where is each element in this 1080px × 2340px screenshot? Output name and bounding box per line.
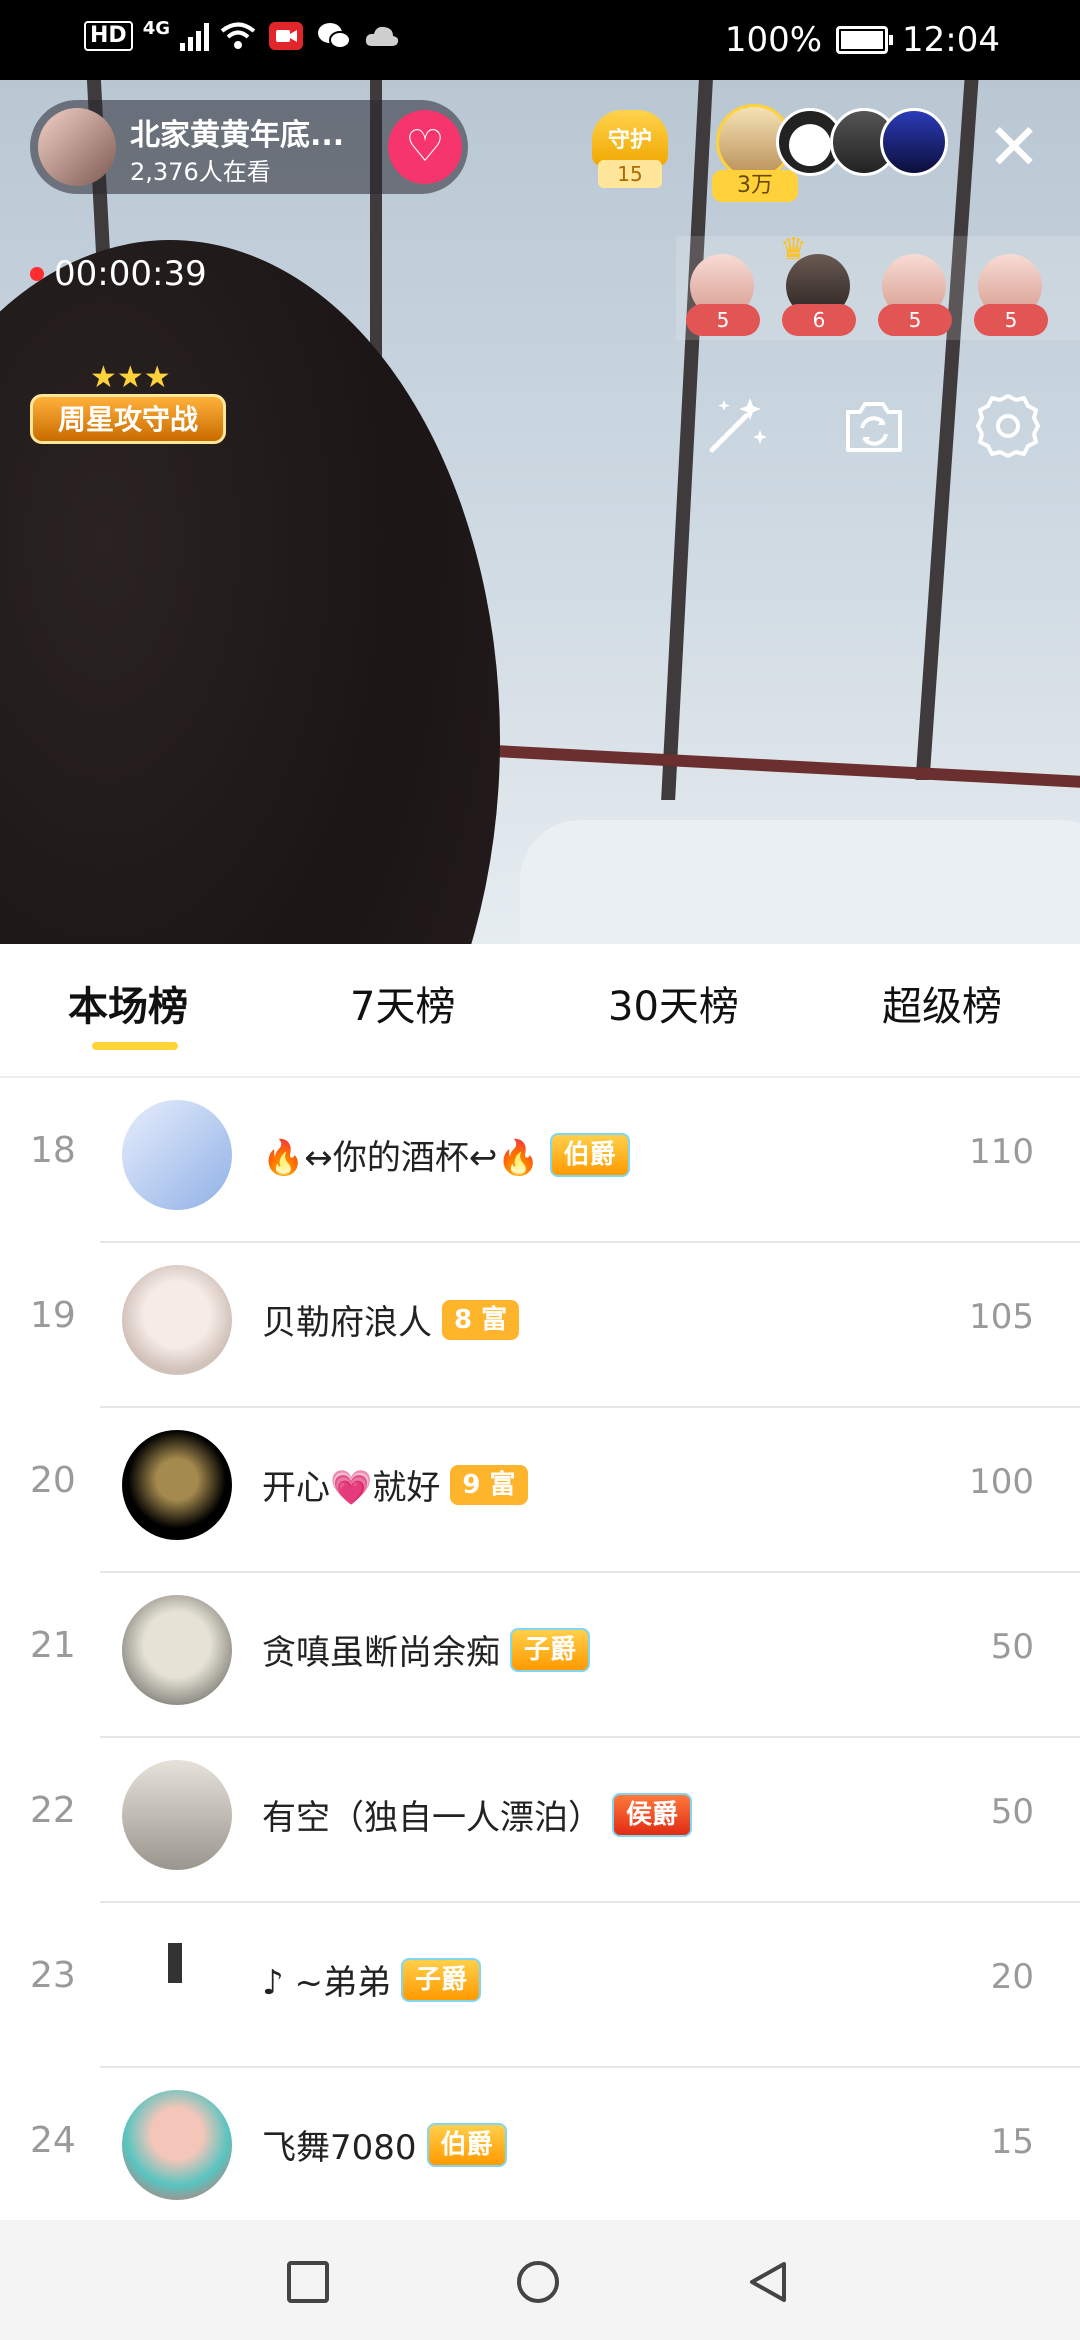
host-info[interactable]: 北家黄黄年底... 2,376人在看 ♡ (30, 100, 468, 194)
level-badge: 子爵 (510, 1627, 591, 1672)
tab-30-days[interactable]: 30天榜 (608, 974, 739, 1030)
wechat-icon (318, 23, 351, 49)
live-video[interactable] (0, 80, 1080, 944)
score: 50 (990, 1627, 1034, 1667)
system-nav-bar (0, 2220, 1080, 2340)
score: 110 (969, 1132, 1034, 1172)
cloud-icon (365, 26, 399, 46)
user-name: 贝勒府浪人 (262, 1303, 432, 1343)
avatar[interactable] (122, 1100, 232, 1210)
tab-7-days[interactable]: 7天榜 (350, 974, 455, 1030)
beauty-wand-icon[interactable] (700, 390, 772, 462)
background-beam (915, 80, 979, 780)
live-timer: 00:00:39 (30, 254, 207, 294)
crown-icon: ♛ (780, 232, 807, 267)
top-gift-badge: 3万 (712, 170, 798, 202)
home-icon[interactable] (516, 2260, 560, 2304)
back-icon[interactable] (746, 2260, 790, 2304)
level-badge: 侯爵 (612, 1792, 693, 1837)
user-name: 开心💗就好 (262, 1468, 441, 1508)
list-item[interactable]: 21 贪嗔虽断尚余痴 子爵 50 (0, 1573, 1080, 1738)
active-tab-indicator (92, 1042, 178, 1050)
battery-icon (836, 26, 894, 54)
list-item[interactable]: 19 贝勒府浪人 8 富 105 (0, 1243, 1080, 1408)
avatar[interactable] (122, 1760, 232, 1870)
list-item[interactable]: 20 开心💗就好 9 富 100 (0, 1408, 1080, 1573)
level-badge: 伯爵 (549, 1132, 630, 1177)
user-name: 贪嗔虽断尚余痴 (262, 1633, 500, 1673)
follow-button[interactable]: ♡ (388, 110, 462, 184)
status-left: HD 4G (84, 20, 401, 52)
list-item[interactable]: 22 有空（独自一人漂泊） 侯爵 50 (0, 1738, 1080, 1903)
fan-count: 6 (782, 304, 856, 336)
fan-count: 5 (686, 304, 760, 336)
recording-dot-icon (30, 267, 44, 281)
tab-this-show[interactable]: 本场榜 (68, 974, 188, 1030)
settings-gear-icon[interactable] (972, 390, 1044, 462)
close-button[interactable]: ✕ (982, 116, 1046, 180)
close-icon: ✕ (987, 111, 1041, 185)
weekly-star-badge[interactable]: ★★★ 周星攻守战 (30, 360, 226, 444)
guard-badge[interactable]: 守护 15 (584, 110, 676, 190)
score: 15 (990, 2122, 1034, 2162)
user-name: 有空（独自一人漂泊） (262, 1798, 602, 1838)
network-type: 4G (142, 18, 170, 39)
wealth-badge: 8 富 (442, 1299, 520, 1340)
level-badge: 子爵 (401, 1957, 482, 2002)
rank-number: 24 (30, 2120, 76, 2161)
status-bar: HD 4G 100% 12:04 (0, 0, 1080, 80)
rank-number: 22 (30, 1790, 76, 1831)
avatar[interactable] (122, 1430, 232, 1540)
signal-icon (180, 21, 209, 51)
weekly-badge-label: 周星攻守战 (30, 394, 226, 444)
flip-camera-icon[interactable] (838, 390, 910, 462)
user-name: ♪ ~弟弟 (262, 1963, 391, 2003)
rank-number: 23 (30, 1955, 76, 1996)
elapsed-time: 00:00:39 (54, 254, 207, 294)
list-item[interactable]: 24 飞舞7080 伯爵 15 (0, 2068, 1080, 2233)
guard-label: 守护 (592, 110, 668, 166)
pillow-shape (520, 820, 1080, 944)
avatar[interactable] (122, 1595, 232, 1705)
fan-count: 5 (974, 304, 1048, 336)
host-name: 北家黄黄年底... (130, 118, 345, 153)
host-avatar[interactable] (38, 108, 116, 186)
rank-number: 19 (30, 1295, 76, 1336)
rank-number: 21 (30, 1625, 76, 1666)
level-badge: 伯爵 (426, 2122, 507, 2167)
hair-shape (0, 240, 500, 944)
avatar[interactable] (122, 1265, 232, 1375)
score: 100 (969, 1462, 1034, 1502)
tab-super[interactable]: 超级榜 (882, 974, 1002, 1030)
viewer-avatar[interactable] (880, 108, 948, 176)
background-rail (460, 743, 1080, 789)
wealth-badge: 9 富 (450, 1464, 528, 1505)
status-right: 100% 12:04 (725, 20, 1000, 60)
guard-count: 15 (598, 160, 662, 188)
list-item[interactable]: 18 🔥↔你的酒杯↩🔥 伯爵 110 (0, 1078, 1080, 1243)
rank-number: 20 (30, 1460, 76, 1501)
score: 50 (990, 1792, 1034, 1832)
ranking-list: 18 🔥↔你的酒杯↩🔥 伯爵 110 19 贝勒府浪人 8 富 105 20 开心💗… (0, 1078, 1080, 2233)
user-name: 飞舞7080 (262, 2128, 417, 2168)
score: 105 (969, 1297, 1034, 1337)
score: 20 (990, 1957, 1034, 1997)
avatar[interactable] (122, 2090, 232, 2200)
ranking-tabs: 本场榜 7天榜 30天榜 超级榜 (0, 944, 1080, 1078)
avatar-figure (168, 1943, 182, 1983)
rank-number: 18 (30, 1130, 76, 1171)
hd-indicator: HD (84, 21, 133, 51)
wifi-icon (220, 22, 256, 49)
user-name: 🔥↔你的酒杯↩🔥 (262, 1138, 540, 1178)
recent-apps-icon[interactable] (286, 2260, 330, 2304)
clock: 12:04 (902, 20, 1000, 60)
fan-count: 5 (878, 304, 952, 336)
avatar[interactable] (122, 1925, 232, 2035)
battery-percent: 100% (724, 20, 823, 60)
list-item[interactable]: 23 ♪ ~弟弟 子爵 20 (0, 1903, 1080, 2068)
video-record-icon (269, 22, 303, 50)
heart-plus-icon: ♡ (405, 121, 445, 172)
viewer-count: 2,376人在看 (130, 158, 271, 186)
